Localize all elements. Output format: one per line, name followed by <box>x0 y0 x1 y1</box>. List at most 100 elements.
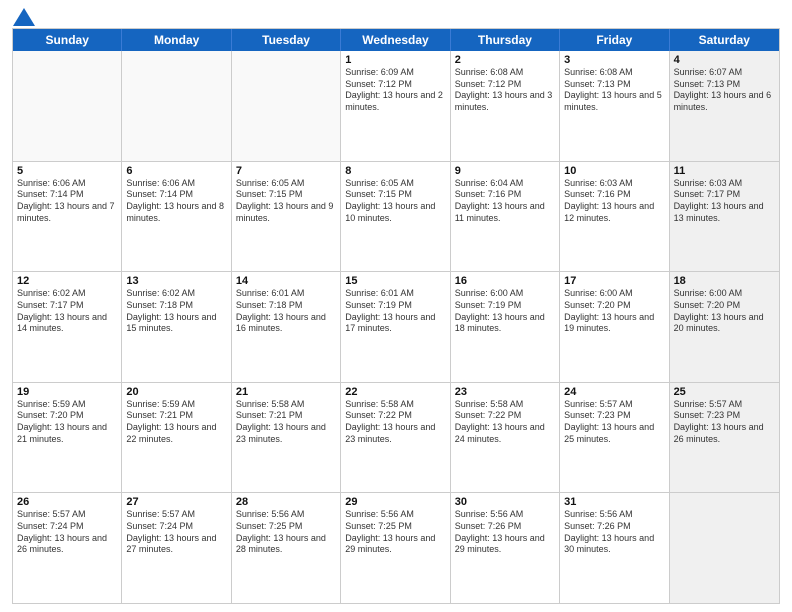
cell-info: Sunrise: 5:59 AMSunset: 7:21 PMDaylight:… <box>126 399 226 446</box>
cell-info: Sunrise: 5:56 AMSunset: 7:26 PMDaylight:… <box>564 509 664 556</box>
calendar-cell-29: 29Sunrise: 5:56 AMSunset: 7:25 PMDayligh… <box>341 493 450 603</box>
day-number: 20 <box>126 386 226 398</box>
calendar-header: SundayMondayTuesdayWednesdayThursdayFrid… <box>13 29 779 51</box>
calendar: SundayMondayTuesdayWednesdayThursdayFrid… <box>12 28 780 604</box>
calendar-cell-28: 28Sunrise: 5:56 AMSunset: 7:25 PMDayligh… <box>232 493 341 603</box>
day-of-week-thursday: Thursday <box>451 29 560 51</box>
day-number: 11 <box>674 165 775 177</box>
cell-info: Sunrise: 5:56 AMSunset: 7:25 PMDaylight:… <box>236 509 336 556</box>
cell-info: Sunrise: 5:57 AMSunset: 7:24 PMDaylight:… <box>17 509 117 556</box>
day-number: 29 <box>345 496 445 508</box>
cell-info: Sunrise: 6:08 AMSunset: 7:13 PMDaylight:… <box>564 67 664 114</box>
day-number: 5 <box>17 165 117 177</box>
calendar-cell-25: 25Sunrise: 5:57 AMSunset: 7:23 PMDayligh… <box>670 383 779 493</box>
calendar-cell-16: 16Sunrise: 6:00 AMSunset: 7:19 PMDayligh… <box>451 272 560 382</box>
calendar-cell-22: 22Sunrise: 5:58 AMSunset: 7:22 PMDayligh… <box>341 383 450 493</box>
calendar-cell-21: 21Sunrise: 5:58 AMSunset: 7:21 PMDayligh… <box>232 383 341 493</box>
day-number: 15 <box>345 275 445 287</box>
day-number: 7 <box>236 165 336 177</box>
cell-info: Sunrise: 6:05 AMSunset: 7:15 PMDaylight:… <box>236 178 336 225</box>
cell-info: Sunrise: 5:57 AMSunset: 7:23 PMDaylight:… <box>674 399 775 446</box>
day-number: 24 <box>564 386 664 398</box>
day-number: 23 <box>455 386 555 398</box>
cell-info: Sunrise: 6:01 AMSunset: 7:18 PMDaylight:… <box>236 288 336 335</box>
calendar-cell-9: 9Sunrise: 6:04 AMSunset: 7:16 PMDaylight… <box>451 162 560 272</box>
day-number: 26 <box>17 496 117 508</box>
cell-info: Sunrise: 5:57 AMSunset: 7:24 PMDaylight:… <box>126 509 226 556</box>
day-of-week-sunday: Sunday <box>13 29 122 51</box>
day-number: 19 <box>17 386 117 398</box>
day-of-week-saturday: Saturday <box>670 29 779 51</box>
calendar-cell-1: 1Sunrise: 6:09 AMSunset: 7:12 PMDaylight… <box>341 51 450 161</box>
cell-info: Sunrise: 5:59 AMSunset: 7:20 PMDaylight:… <box>17 399 117 446</box>
cell-info: Sunrise: 6:08 AMSunset: 7:12 PMDaylight:… <box>455 67 555 114</box>
day-number: 13 <box>126 275 226 287</box>
calendar-cell-19: 19Sunrise: 5:59 AMSunset: 7:20 PMDayligh… <box>13 383 122 493</box>
cell-info: Sunrise: 5:58 AMSunset: 7:22 PMDaylight:… <box>455 399 555 446</box>
logo <box>12 10 35 22</box>
cell-info: Sunrise: 6:02 AMSunset: 7:18 PMDaylight:… <box>126 288 226 335</box>
calendar-row-3: 12Sunrise: 6:02 AMSunset: 7:17 PMDayligh… <box>13 272 779 383</box>
day-number: 21 <box>236 386 336 398</box>
calendar-cell-empty <box>232 51 341 161</box>
calendar-cell-8: 8Sunrise: 6:05 AMSunset: 7:15 PMDaylight… <box>341 162 450 272</box>
calendar-cell-26: 26Sunrise: 5:57 AMSunset: 7:24 PMDayligh… <box>13 493 122 603</box>
calendar-cell-10: 10Sunrise: 6:03 AMSunset: 7:16 PMDayligh… <box>560 162 669 272</box>
cell-info: Sunrise: 6:01 AMSunset: 7:19 PMDaylight:… <box>345 288 445 335</box>
cell-info: Sunrise: 5:58 AMSunset: 7:21 PMDaylight:… <box>236 399 336 446</box>
logo-icon <box>13 8 35 26</box>
cell-info: Sunrise: 5:56 AMSunset: 7:25 PMDaylight:… <box>345 509 445 556</box>
day-number: 1 <box>345 54 445 66</box>
cell-info: Sunrise: 6:02 AMSunset: 7:17 PMDaylight:… <box>17 288 117 335</box>
calendar-cell-12: 12Sunrise: 6:02 AMSunset: 7:17 PMDayligh… <box>13 272 122 382</box>
day-of-week-tuesday: Tuesday <box>232 29 341 51</box>
calendar-body: 1Sunrise: 6:09 AMSunset: 7:12 PMDaylight… <box>13 51 779 603</box>
cell-info: Sunrise: 6:03 AMSunset: 7:17 PMDaylight:… <box>674 178 775 225</box>
cell-info: Sunrise: 6:09 AMSunset: 7:12 PMDaylight:… <box>345 67 445 114</box>
day-number: 16 <box>455 275 555 287</box>
calendar-cell-5: 5Sunrise: 6:06 AMSunset: 7:14 PMDaylight… <box>13 162 122 272</box>
cell-info: Sunrise: 6:05 AMSunset: 7:15 PMDaylight:… <box>345 178 445 225</box>
day-number: 6 <box>126 165 226 177</box>
calendar-cell-2: 2Sunrise: 6:08 AMSunset: 7:12 PMDaylight… <box>451 51 560 161</box>
calendar-cell-18: 18Sunrise: 6:00 AMSunset: 7:20 PMDayligh… <box>670 272 779 382</box>
calendar-cell-4: 4Sunrise: 6:07 AMSunset: 7:13 PMDaylight… <box>670 51 779 161</box>
calendar-cell-6: 6Sunrise: 6:06 AMSunset: 7:14 PMDaylight… <box>122 162 231 272</box>
calendar-cell-empty <box>670 493 779 603</box>
calendar-cell-20: 20Sunrise: 5:59 AMSunset: 7:21 PMDayligh… <box>122 383 231 493</box>
cell-info: Sunrise: 6:00 AMSunset: 7:19 PMDaylight:… <box>455 288 555 335</box>
calendar-row-2: 5Sunrise: 6:06 AMSunset: 7:14 PMDaylight… <box>13 162 779 273</box>
day-number: 9 <box>455 165 555 177</box>
calendar-cell-11: 11Sunrise: 6:03 AMSunset: 7:17 PMDayligh… <box>670 162 779 272</box>
calendar-cell-3: 3Sunrise: 6:08 AMSunset: 7:13 PMDaylight… <box>560 51 669 161</box>
header <box>12 10 780 22</box>
cell-info: Sunrise: 6:00 AMSunset: 7:20 PMDaylight:… <box>674 288 775 335</box>
calendar-cell-7: 7Sunrise: 6:05 AMSunset: 7:15 PMDaylight… <box>232 162 341 272</box>
calendar-cell-30: 30Sunrise: 5:56 AMSunset: 7:26 PMDayligh… <box>451 493 560 603</box>
cell-info: Sunrise: 6:06 AMSunset: 7:14 PMDaylight:… <box>17 178 117 225</box>
calendar-cell-27: 27Sunrise: 5:57 AMSunset: 7:24 PMDayligh… <box>122 493 231 603</box>
calendar-cell-15: 15Sunrise: 6:01 AMSunset: 7:19 PMDayligh… <box>341 272 450 382</box>
day-number: 27 <box>126 496 226 508</box>
day-number: 10 <box>564 165 664 177</box>
calendar-cell-14: 14Sunrise: 6:01 AMSunset: 7:18 PMDayligh… <box>232 272 341 382</box>
day-number: 18 <box>674 275 775 287</box>
cell-info: Sunrise: 6:03 AMSunset: 7:16 PMDaylight:… <box>564 178 664 225</box>
cell-info: Sunrise: 5:58 AMSunset: 7:22 PMDaylight:… <box>345 399 445 446</box>
cell-info: Sunrise: 5:57 AMSunset: 7:23 PMDaylight:… <box>564 399 664 446</box>
cell-info: Sunrise: 6:04 AMSunset: 7:16 PMDaylight:… <box>455 178 555 225</box>
day-number: 30 <box>455 496 555 508</box>
calendar-cell-13: 13Sunrise: 6:02 AMSunset: 7:18 PMDayligh… <box>122 272 231 382</box>
calendar-row-5: 26Sunrise: 5:57 AMSunset: 7:24 PMDayligh… <box>13 493 779 603</box>
day-of-week-friday: Friday <box>560 29 669 51</box>
day-number: 22 <box>345 386 445 398</box>
cell-info: Sunrise: 6:06 AMSunset: 7:14 PMDaylight:… <box>126 178 226 225</box>
cell-info: Sunrise: 6:07 AMSunset: 7:13 PMDaylight:… <box>674 67 775 114</box>
day-of-week-monday: Monday <box>122 29 231 51</box>
day-of-week-wednesday: Wednesday <box>341 29 450 51</box>
calendar-cell-17: 17Sunrise: 6:00 AMSunset: 7:20 PMDayligh… <box>560 272 669 382</box>
day-number: 31 <box>564 496 664 508</box>
calendar-row-1: 1Sunrise: 6:09 AMSunset: 7:12 PMDaylight… <box>13 51 779 162</box>
calendar-row-4: 19Sunrise: 5:59 AMSunset: 7:20 PMDayligh… <box>13 383 779 494</box>
cell-info: Sunrise: 5:56 AMSunset: 7:26 PMDaylight:… <box>455 509 555 556</box>
